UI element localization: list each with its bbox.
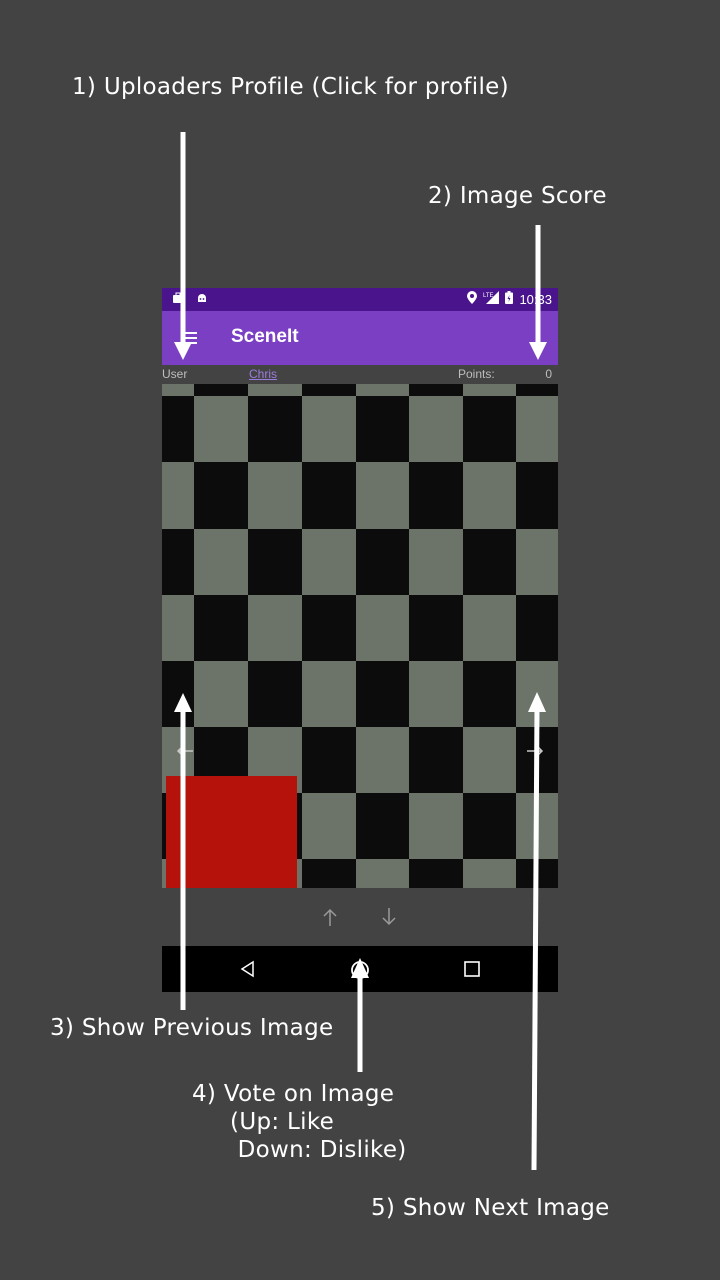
arrow-up-icon[interactable] xyxy=(320,906,340,928)
hamburger-menu-icon[interactable] xyxy=(183,330,197,344)
signal-icon: LTE xyxy=(483,291,500,307)
arrow-left-icon[interactable] xyxy=(174,740,196,762)
signal-label: LTE xyxy=(483,293,494,299)
status-bar: LTE 10:33 xyxy=(162,288,558,311)
status-time: 10:33 xyxy=(519,291,552,307)
callout-image-score: 2) Image Score xyxy=(428,183,607,209)
vote-row xyxy=(162,888,558,946)
home-icon[interactable] xyxy=(350,960,370,980)
callout-uploader-profile: 1) Uploaders Profile (Click for profile) xyxy=(72,74,509,100)
location-icon xyxy=(467,291,478,307)
points-value: 0 xyxy=(545,367,552,381)
image-info-bar: User Chris Points: 0 xyxy=(162,365,558,384)
battery-icon xyxy=(505,291,514,307)
points-label: Points: xyxy=(458,367,495,381)
callout-vote-on-image: 4) Vote on Image (Up: Like Down: Dislike… xyxy=(192,1081,407,1163)
red-block xyxy=(166,776,297,888)
uploader-profile-link[interactable]: Chris xyxy=(249,367,277,381)
arrow-right-icon[interactable] xyxy=(524,740,546,762)
app-bar: SceneIt xyxy=(162,311,558,365)
back-icon[interactable] xyxy=(239,960,257,978)
phone-screen: LTE 10:33 SceneIt User Chris Points: 0 xyxy=(162,288,558,992)
callout-next-image: 5) Show Next Image xyxy=(371,1195,610,1221)
user-label: User xyxy=(162,367,188,381)
arrow-down-icon[interactable] xyxy=(379,906,399,928)
recents-icon[interactable] xyxy=(464,961,480,977)
system-nav-bar xyxy=(162,946,558,992)
checkerboard-image xyxy=(162,384,558,888)
briefcase-icon xyxy=(172,292,184,304)
app-title: SceneIt xyxy=(231,326,299,347)
android-icon xyxy=(196,292,208,304)
callout-previous-image: 3) Show Previous Image xyxy=(50,1015,334,1041)
